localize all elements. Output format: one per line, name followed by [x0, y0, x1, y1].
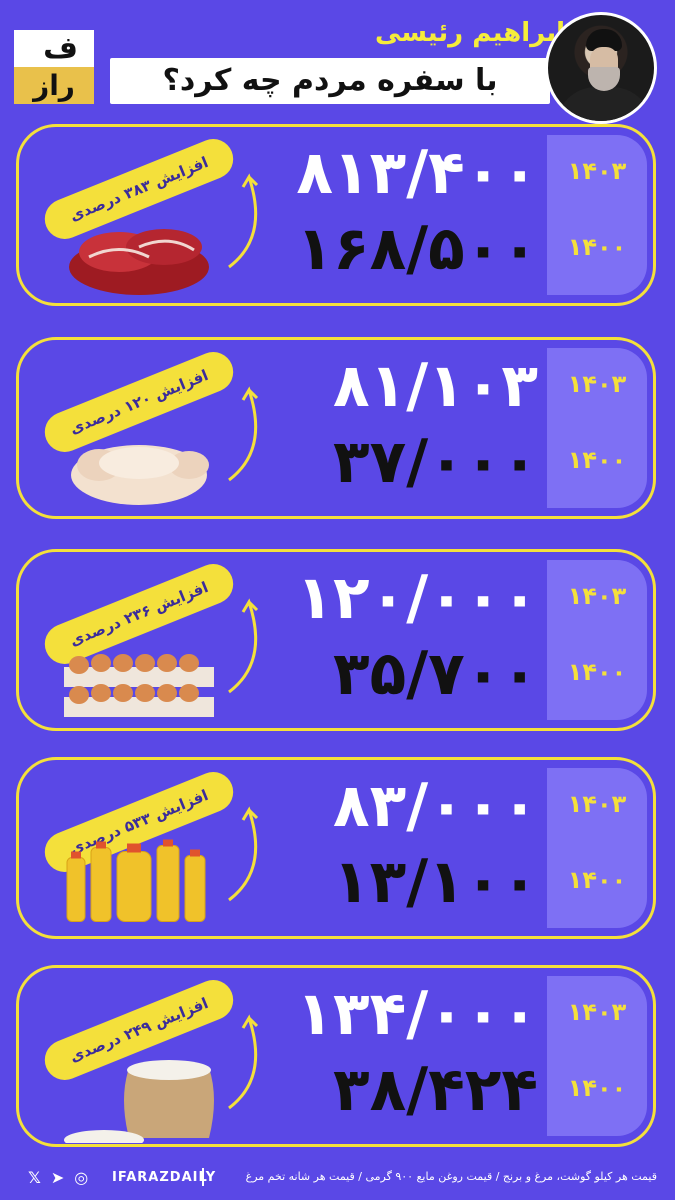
price-card-rice: ۱۴۰۳ ۱۴۰۰ ۱۳۴/۰۰۰ ۳۸/۴۲۴ افزایش ۲۴۹ درصد… [16, 965, 656, 1147]
price-old: ۳۷/۰۰۰ [332, 427, 538, 497]
year-column: ۱۴۰۳ ۱۴۰۰ [547, 560, 647, 720]
headline-question: با سفره مردم چه کرد؟ [110, 58, 550, 104]
year-column: ۱۴۰۳ ۱۴۰۰ [547, 976, 647, 1136]
price-new: ۱۳۴/۰۰۰ [296, 979, 538, 1049]
eggs-icon [64, 654, 214, 717]
price-card-meat: ۱۴۰۳ ۱۴۰۰ ۸۱۳/۴۰۰ ۱۶۸/۵۰۰ افزایش ۳۸۳ درص… [16, 124, 656, 306]
logo-top: ف [14, 30, 94, 67]
portrait-photo [545, 12, 657, 124]
price-card-eggs: ۱۴۰۳ ۱۴۰۰ ۱۲۰/۰۰۰ ۳۵/۷۰۰ افزایش ۲۳۶ درصد… [16, 549, 656, 731]
year-new: ۱۴۰۳ [567, 582, 627, 610]
headline-name: ابراهیم رئیسی [375, 18, 565, 48]
logo-bottom: راز [14, 67, 94, 104]
footer-note: قیمت هر کیلو گوشت، مرغ و برنج / قیمت روغ… [245, 1170, 657, 1183]
price-old: ۳۵/۷۰۰ [332, 639, 538, 709]
cooking-oil-icon [66, 839, 206, 922]
year-old: ۱۴۰۰ [567, 446, 627, 474]
chicken-icon [71, 445, 209, 505]
rice-sack-icon [64, 1060, 214, 1143]
x-icon[interactable]: 𝕏 [28, 1168, 41, 1187]
price-new: ۸۱/۱۰۳ [332, 351, 538, 421]
telegram-icon[interactable]: ➤ [51, 1168, 64, 1187]
price-new: ۱۲۰/۰۰۰ [296, 563, 538, 633]
year-new: ۱۴۰۳ [567, 998, 627, 1026]
social-icons: 𝕏 ➤ ◎ [28, 1168, 88, 1187]
meat-icon [69, 229, 209, 295]
price-new: ۸۱۳/۴۰۰ [296, 138, 538, 208]
social-handle[interactable]: IFARAZDAILY [112, 1170, 216, 1185]
year-new: ۱۴۰۳ [567, 370, 627, 398]
year-old: ۱۴۰۰ [567, 1074, 627, 1102]
year-old: ۱۴۰۰ [567, 233, 627, 261]
year-column: ۱۴۰۳ ۱۴۰۰ [547, 768, 647, 928]
price-old: ۱۶۸/۵۰۰ [296, 214, 538, 284]
price-card-oil: ۱۴۰۳ ۱۴۰۰ ۸۳/۰۰۰ ۱۳/۱۰۰ افزایش ۵۳۳ درصدی [16, 757, 656, 939]
year-column: ۱۴۰۳ ۱۴۰۰ [547, 348, 647, 508]
price-card-chicken: ۱۴۰۳ ۱۴۰۰ ۸۱/۱۰۳ ۳۷/۰۰۰ افزایش ۱۲۰ درصدی [16, 337, 656, 519]
logo: ف راز [14, 30, 94, 104]
price-old: ۱۳/۱۰۰ [332, 847, 538, 917]
year-old: ۱۴۰۰ [567, 658, 627, 686]
year-new: ۱۴۰۳ [567, 790, 627, 818]
price-old: ۳۸/۴۲۴ [332, 1055, 538, 1125]
instagram-icon[interactable]: ◎ [74, 1168, 88, 1187]
year-column: ۱۴۰۳ ۱۴۰۰ [547, 135, 647, 295]
footer: 𝕏 ➤ ◎ IFARAZDAILY قیمت هر کیلو گوشت، مرغ… [0, 1160, 675, 1196]
year-new: ۱۴۰۳ [567, 157, 627, 185]
year-old: ۱۴۰۰ [567, 866, 627, 894]
price-new: ۸۳/۰۰۰ [332, 771, 538, 841]
